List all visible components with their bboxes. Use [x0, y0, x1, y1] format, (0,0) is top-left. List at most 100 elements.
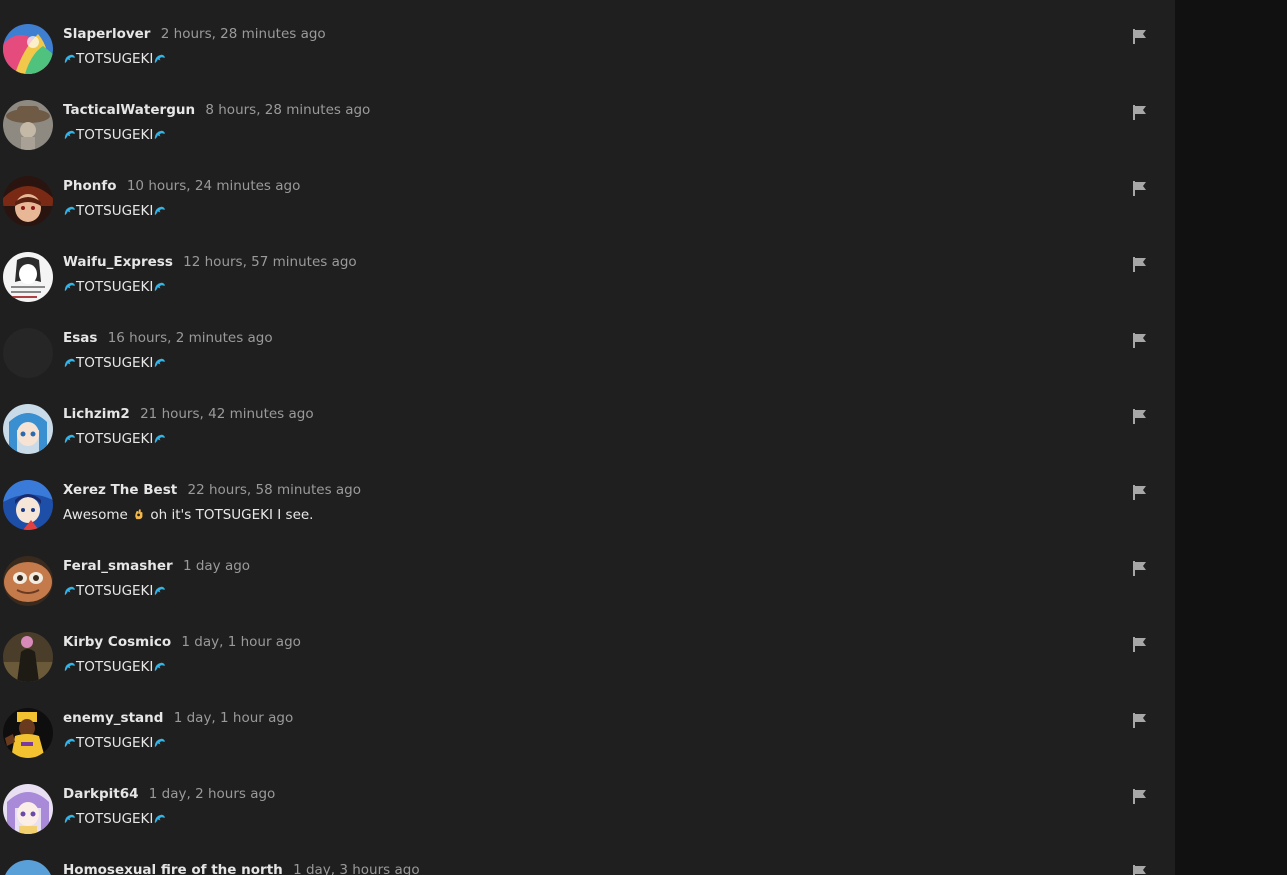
username-link[interactable]: Homosexual fire of the north — [63, 862, 283, 875]
dolphin-icon — [64, 358, 76, 368]
dolphin-icon — [155, 282, 166, 292]
timestamp: 22 hours, 58 minutes ago — [187, 482, 362, 498]
timestamp: 1 day, 1 hour ago — [173, 710, 294, 726]
comment-item: Phonfo 10 hours, 24 minutes ago TOTSUGEK… — [0, 152, 1175, 228]
flag-icon[interactable] — [1131, 560, 1148, 577]
comments-panel: Slaperlover 2 hours, 28 minutes ago TOTS… — [0, 0, 1175, 875]
avatar[interactable] — [3, 100, 53, 150]
username-link[interactable]: TacticalWatergun — [63, 102, 195, 118]
comment-text-prefix: Awesome — [63, 507, 128, 523]
username-link[interactable]: Phonfo — [63, 178, 117, 194]
comment-item: Kirby Cosmico 1 day, 1 hour ago TOTSUGEK… — [0, 608, 1175, 684]
avatar[interactable] — [3, 860, 53, 875]
comment-item: enemy_stand 1 day, 1 hour ago TOTSUGEKI — [0, 684, 1175, 760]
comment-text: TOTSUGEKI — [76, 51, 154, 67]
flag-icon[interactable] — [1131, 104, 1148, 121]
avatar[interactable] — [3, 480, 53, 530]
comment-item: Esas 16 hours, 2 minutes ago TOTSUGEKI — [0, 304, 1175, 380]
flag-icon[interactable] — [1131, 256, 1148, 273]
comment-text: TOTSUGEKI — [76, 811, 154, 827]
timestamp: 1 day ago — [182, 558, 251, 574]
dolphin-icon — [155, 662, 166, 672]
flag-icon[interactable] — [1131, 712, 1148, 729]
comment-body: TOTSUGEKI — [63, 659, 166, 675]
comment-body: TOTSUGEKI — [63, 355, 166, 371]
comment-text: TOTSUGEKI — [76, 279, 154, 295]
timestamp: 21 hours, 42 minutes ago — [140, 406, 314, 422]
dolphin-icon — [64, 814, 76, 824]
comment-body: Awesome oh it's TOTSUGEKI I see. — [63, 507, 313, 523]
dolphin-icon — [64, 662, 76, 672]
avatar[interactable] — [3, 252, 53, 302]
comment-text: TOTSUGEKI — [76, 431, 154, 447]
avatar[interactable] — [3, 24, 53, 74]
timestamp: 1 day, 1 hour ago — [181, 634, 301, 650]
comment-body: TOTSUGEKI — [63, 51, 166, 67]
ok-hand-icon — [135, 509, 143, 520]
comment-item: Darkpit64 1 day, 2 hours ago TOTSUGEKI — [0, 760, 1175, 836]
comment-body: TOTSUGEKI — [63, 735, 166, 751]
username-link[interactable]: Xerez The Best — [63, 482, 177, 498]
avatar[interactable] — [3, 632, 53, 682]
timestamp: 10 hours, 24 minutes ago — [126, 178, 301, 194]
comment-body: TOTSUGEKI — [63, 431, 166, 447]
comment-item: Homosexual fire of the north 1 day, 3 ho… — [0, 836, 1175, 875]
dolphin-icon — [155, 814, 166, 824]
page-margin — [1175, 0, 1287, 875]
timestamp: 1 day, 3 hours ago — [293, 862, 420, 875]
comment-text: TOTSUGEKI — [76, 355, 154, 371]
comment-text: TOTSUGEKI — [76, 127, 154, 143]
dolphin-icon — [64, 282, 76, 292]
comment-item: TacticalWatergun 8 hours, 28 minutes ago… — [0, 76, 1175, 152]
comment-item: Feral_smasher 1 day ago TOTSUGEKI — [0, 532, 1175, 608]
flag-icon[interactable] — [1131, 332, 1148, 349]
dolphin-icon — [155, 738, 166, 748]
comment-body: TOTSUGEKI — [63, 127, 166, 143]
dolphin-icon — [64, 434, 76, 444]
dolphin-icon — [64, 586, 76, 596]
dolphin-icon — [64, 738, 76, 748]
flag-icon[interactable] — [1131, 484, 1148, 501]
flag-icon[interactable] — [1131, 788, 1148, 805]
comment-body: TOTSUGEKI — [63, 583, 166, 599]
flag-icon[interactable] — [1131, 180, 1148, 197]
username-link[interactable]: Kirby Cosmico — [63, 634, 171, 650]
timestamp: 2 hours, 28 minutes ago — [160, 26, 326, 42]
comment-body: TOTSUGEKI — [63, 811, 166, 827]
avatar[interactable] — [3, 328, 53, 378]
avatar[interactable] — [3, 176, 53, 226]
flag-icon[interactable] — [1131, 28, 1148, 45]
comment-text: TOTSUGEKI — [76, 659, 154, 675]
avatar[interactable] — [3, 708, 53, 758]
timestamp: 8 hours, 28 minutes ago — [205, 102, 371, 118]
avatar[interactable] — [3, 404, 53, 454]
comment-item: Slaperlover 2 hours, 28 minutes ago TOTS… — [0, 0, 1175, 76]
dolphin-icon — [155, 206, 166, 216]
comment-body: TOTSUGEKI — [63, 203, 166, 219]
dolphin-icon — [155, 586, 166, 596]
flag-icon[interactable] — [1131, 636, 1148, 653]
comment-text: TOTSUGEKI — [76, 203, 154, 219]
comment-text: TOTSUGEKI — [76, 583, 154, 599]
comment-body: TOTSUGEKI — [63, 279, 166, 295]
dolphin-icon — [64, 206, 76, 216]
username-link[interactable]: enemy_stand — [63, 710, 163, 726]
flag-icon[interactable] — [1131, 864, 1148, 875]
avatar[interactable] — [3, 784, 53, 834]
flag-icon[interactable] — [1131, 408, 1148, 425]
username-link[interactable]: Slaperlover — [63, 26, 150, 42]
comment-item: Waifu_Express 12 hours, 57 minutes ago T… — [0, 228, 1175, 304]
timestamp: 16 hours, 2 minutes ago — [107, 330, 273, 346]
dolphin-icon — [155, 358, 166, 368]
comment-item: Xerez The Best 22 hours, 58 minutes ago … — [0, 456, 1175, 532]
dolphin-icon — [155, 130, 166, 140]
username-link[interactable]: Waifu_Express — [63, 254, 173, 270]
avatar[interactable] — [3, 556, 53, 606]
dolphin-icon — [64, 130, 76, 140]
username-link[interactable]: Esas — [63, 330, 97, 346]
username-link[interactable]: Lichzim2 — [63, 406, 130, 422]
username-link[interactable]: Darkpit64 — [63, 786, 138, 802]
comment-text: oh it's TOTSUGEKI I see. — [150, 507, 314, 523]
dolphin-icon — [155, 434, 166, 444]
username-link[interactable]: Feral_smasher — [63, 558, 173, 574]
